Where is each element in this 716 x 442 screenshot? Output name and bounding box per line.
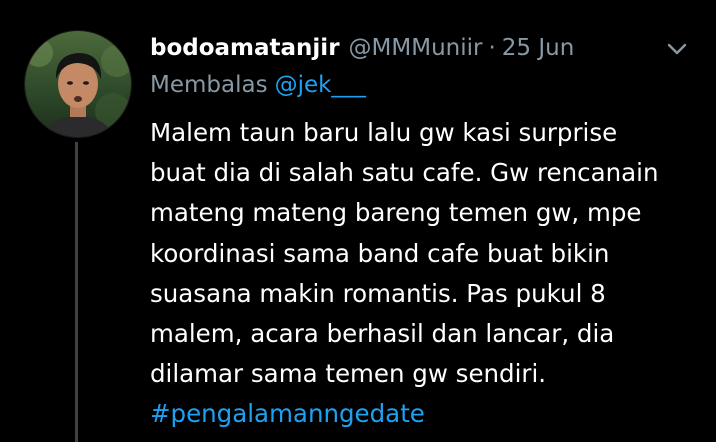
tweet-header: bodoamatanjir @MMMuniir · 25 Jun <box>150 30 574 66</box>
tweet-text-line: buat dia di salah satu cafe. Gw rencanai… <box>150 158 659 188</box>
tweet-text-line: koordinasi sama band cafe buat bikin <box>150 238 610 268</box>
display-name[interactable]: bodoamatanjir <box>150 35 340 61</box>
avatar[interactable] <box>24 30 132 138</box>
reply-prefix: Membalas <box>150 72 268 98</box>
tweet[interactable]: bodoamatanjir @MMMuniir · 25 Jun Membala… <box>0 0 716 442</box>
user-handle[interactable]: @MMMuniir <box>349 35 483 61</box>
hashtag-link[interactable]: #pengalamanngedate <box>150 394 710 434</box>
separator-dot: · <box>488 35 496 61</box>
tweet-text-line: suasana makin romantis. Pas pukul 8 <box>150 278 606 308</box>
tweet-date[interactable]: 25 Jun <box>502 35 575 61</box>
tweet-text-line: dilamar sama temen gw sendiri. <box>150 359 547 389</box>
tweet-text-line: Malem taun baru lalu gw kasi surprise <box>150 118 618 147</box>
chevron-down-icon[interactable] <box>664 38 690 60</box>
thread-line <box>75 142 78 442</box>
tweet-text: Malem taun baru lalu gw kasi surprise bu… <box>150 113 710 435</box>
tweet-text-line: malem, acara berhasil dan lancar, dia <box>150 319 615 349</box>
reply-to-handle[interactable]: @jek___ <box>275 72 366 98</box>
reply-context: Membalas @jek___ <box>150 72 366 98</box>
tweet-text-line: mateng mateng bareng temen gw, mpe <box>150 198 642 228</box>
